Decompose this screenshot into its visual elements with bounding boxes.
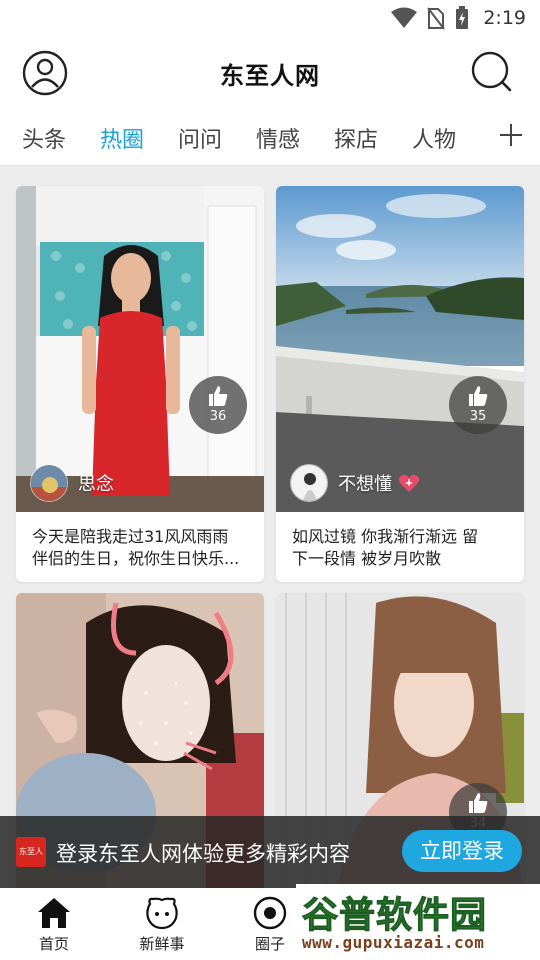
site-watermark: 谷普软件园 www.gupuxiazai.com [296, 884, 540, 960]
heart-icon [399, 474, 419, 492]
post-caption: 今天是陪我走过31风风雨雨 伴侣的生日，祝你生日快乐... [32, 526, 254, 570]
tab-people[interactable]: 人物 [412, 122, 456, 154]
like-count: 36 [209, 409, 227, 424]
app-logo: 东至人 [16, 837, 46, 867]
add-tab-button[interactable] [498, 122, 524, 148]
feed-card[interactable]: 36 思念 今天是陪我走过31风风雨雨 伴侣的生日，祝你生日快乐... [16, 186, 264, 582]
search-button[interactable] [470, 50, 514, 94]
clock: 2:19 [483, 7, 526, 29]
caption-line: 如风过镜 你我渐行渐远 留 [292, 527, 479, 546]
like-count: 35 [469, 409, 487, 424]
search-icon [471, 51, 512, 92]
author-row[interactable]: 不想懂 [290, 464, 420, 502]
feed-card[interactable]: 35 不想懂 如风过镜 你我渐行渐远 留 下一段情 被岁月吹散 [276, 186, 524, 582]
nav-label: 新鲜事 [139, 935, 185, 953]
home-icon [38, 898, 70, 928]
avatar [290, 464, 328, 502]
thumbs-up-icon [469, 386, 488, 406]
battery-charging-icon [456, 6, 469, 29]
app-header: 东至人网 [0, 38, 540, 108]
like-button[interactable]: 36 [189, 376, 247, 434]
thumbs-up-icon [209, 386, 228, 406]
tab-emotion[interactable]: 情感 [256, 122, 300, 154]
nav-item-home[interactable]: 首页 [14, 888, 94, 960]
tab-hot-circle[interactable]: 热圈 [100, 122, 144, 154]
caption-line: 今天是陪我走过31风风雨雨 [32, 527, 229, 546]
like-button[interactable]: 35 [449, 376, 507, 434]
tab-explore-shops[interactable]: 探店 [334, 122, 378, 154]
tab-questions[interactable]: 问问 [178, 122, 222, 154]
status-bar: 2:19 [0, 0, 540, 38]
watermark-title: 谷普软件园 [301, 895, 488, 937]
no-sim-icon [427, 7, 446, 30]
login-button[interactable]: 立即登录 [402, 830, 522, 872]
face-icon [146, 897, 178, 930]
author-name: 不想懂 [338, 474, 392, 495]
nav-label: 首页 [38, 935, 69, 953]
caption-line: 下一段情 被岁月吹散 [292, 549, 442, 568]
nav-item-news[interactable]: 新鲜事 [122, 888, 202, 960]
login-prompt-banner: 东至人 登录东至人网体验更多精彩内容 立即登录 [0, 816, 540, 888]
watermark-url: www.gupuxiazai.com [302, 933, 485, 952]
caption-line: 伴侣的生日，祝你生日快乐... [32, 549, 240, 568]
post-caption: 如风过镜 你我渐行渐远 留 下一段情 被岁月吹散 [292, 526, 514, 570]
tab-headlines[interactable]: 头条 [22, 122, 66, 154]
app-title: 东至人网 [220, 62, 320, 90]
thumbs-up-icon [469, 793, 488, 813]
author-name: 思念 [78, 474, 114, 495]
circle-icon [253, 896, 287, 930]
plus-icon [500, 124, 522, 146]
login-prompt-text: 登录东至人网体验更多精彩内容 [56, 842, 350, 866]
category-tabs: 头条 热圈 问问 情感 探店 人物 [0, 108, 540, 166]
wifi-icon [391, 7, 418, 28]
avatar [30, 464, 68, 502]
author-row[interactable]: 思念 [30, 464, 114, 502]
